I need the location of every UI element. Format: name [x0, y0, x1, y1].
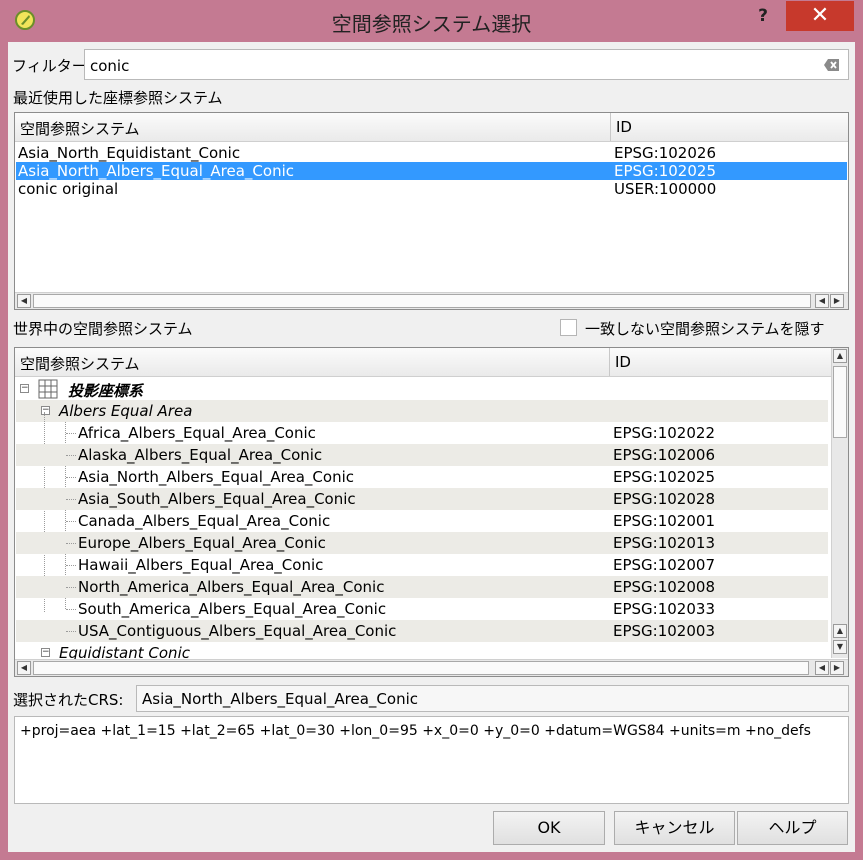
- tree-item-id: EPSG:102028: [613, 490, 715, 508]
- tree-item-id: EPSG:102008: [613, 578, 715, 596]
- close-button[interactable]: ✕: [786, 1, 854, 31]
- selected-crs-field: Asia_North_Albers_Equal_Area_Conic: [136, 685, 849, 712]
- scroll-left-icon[interactable]: ◀: [815, 661, 829, 675]
- proj-definition-box[interactable]: +proj=aea +lat_1=15 +lat_2=65 +lat_0=30 …: [14, 716, 849, 804]
- collapse-icon[interactable]: −: [20, 384, 29, 393]
- world-horizontal-scrollbar[interactable]: ◀ ◀ ▶: [15, 659, 848, 676]
- recent-header-id[interactable]: ID: [616, 118, 632, 136]
- recent-row[interactable]: conic original USER:100000: [16, 180, 847, 198]
- collapse-icon[interactable]: −: [41, 648, 50, 657]
- recent-crs-label: 最近使用した座標参照システム: [13, 89, 223, 107]
- tree-item-name: Africa_Albers_Equal_Area_Conic: [78, 424, 316, 442]
- scroll-right-icon[interactable]: ▶: [830, 661, 844, 675]
- tree-item-name: Europe_Albers_Equal_Area_Conic: [78, 534, 326, 552]
- world-vertical-scrollbar[interactable]: ▲ ▲ ▼: [831, 348, 848, 658]
- tree-item-id: EPSG:102006: [613, 446, 715, 464]
- tree-item[interactable]: Alaska_Albers_Equal_Area_Conic EPSG:10200…: [16, 444, 828, 466]
- filter-input-value: conic: [90, 57, 130, 75]
- selected-crs-label: 選択されたCRS:: [13, 691, 124, 709]
- recent-row-id: EPSG:102026: [614, 144, 716, 162]
- tree-item[interactable]: Canada_Albers_Equal_Area_Conic EPSG:10200…: [16, 510, 828, 532]
- grid-icon: [38, 379, 58, 399]
- title-bar[interactable]: 空間参照システム選択 ? ✕: [0, 0, 863, 42]
- recent-header-crs[interactable]: 空間参照システム: [20, 118, 140, 139]
- column-divider: [609, 348, 610, 376]
- scroll-thumb[interactable]: [33, 661, 809, 675]
- tree-item-name: North_America_Albers_Equal_Area_Conic: [78, 578, 385, 596]
- tree-item-id: EPSG:102033: [613, 600, 715, 618]
- tree-item-name: Asia_North_Albers_Equal_Area_Conic: [78, 468, 355, 486]
- tree-item[interactable]: South_America_Albers_Equal_Area_Conic EPS…: [16, 598, 828, 620]
- scroll-up-icon[interactable]: ▲: [833, 349, 847, 363]
- recent-row-name: conic original: [18, 180, 119, 198]
- recent-row-name: Asia_North_Equidistant_Conic: [18, 144, 241, 162]
- dialog-body: フィルター conic 最近使用した座標参照システム 空間参照システム ID A…: [8, 42, 855, 852]
- cancel-button[interactable]: キャンセル: [614, 811, 735, 845]
- tree-item[interactable]: Africa_Albers_Equal_Area_Conic EPSG:10202…: [16, 422, 828, 444]
- hide-deprecated-checkbox[interactable]: [560, 319, 577, 336]
- tree-item-name: USA_Contiguous_Albers_Equal_Area_Conic: [78, 622, 397, 640]
- scroll-down-icon[interactable]: ▼: [833, 640, 847, 654]
- collapse-icon[interactable]: −: [41, 406, 50, 415]
- world-header-crs[interactable]: 空間参照システム: [20, 353, 140, 374]
- tree-root-projected[interactable]: − 投影座標系: [16, 378, 828, 400]
- clear-filter-icon[interactable]: [824, 58, 840, 72]
- tree-item[interactable]: USA_Contiguous_Albers_Equal_Area_Conic EP…: [16, 620, 828, 642]
- tree-item-id: EPSG:102003: [613, 622, 715, 640]
- tree-group-albers[interactable]: − Albers Equal Area: [16, 400, 828, 422]
- tree-item-name: South_America_Albers_Equal_Area_Conic: [78, 600, 387, 618]
- world-crs-label: 世界中の空間参照システム: [13, 320, 193, 338]
- selected-crs-value: Asia_North_Albers_Equal_Area_Conic: [142, 690, 419, 708]
- scroll-left-icon[interactable]: ◀: [17, 294, 31, 308]
- scroll-up-icon[interactable]: ▲: [833, 624, 847, 638]
- tree-item-id: EPSG:102007: [613, 556, 715, 574]
- tree-item-id: EPSG:102013: [613, 534, 715, 552]
- tree-item-name: Alaska_Albers_Equal_Area_Conic: [78, 446, 323, 464]
- recent-row-id: EPSG:102025: [614, 162, 716, 180]
- scroll-right-icon[interactable]: ▶: [830, 294, 844, 308]
- tree-item[interactable]: Asia_South_Albers_Equal_Area_Conic EPSG:1…: [16, 488, 828, 510]
- tree-item[interactable]: Europe_Albers_Equal_Area_Conic EPSG:10201…: [16, 532, 828, 554]
- tree-root-label: 投影座標系: [68, 382, 144, 400]
- dialog-title: 空間参照システム選択: [331, 12, 532, 36]
- tree-item[interactable]: Hawaii_Albers_Equal_Area_Conic EPSG:10200…: [16, 554, 828, 576]
- recent-horizontal-scrollbar[interactable]: ◀ ◀ ▶: [15, 292, 848, 309]
- tree-item-name: Asia_South_Albers_Equal_Area_Conic: [78, 490, 356, 508]
- hide-deprecated-label[interactable]: 一致しない空間参照システムを隠す: [585, 318, 825, 339]
- recent-table-header: 空間参照システム ID: [15, 113, 848, 142]
- tree-item-id: EPSG:102025: [613, 468, 715, 486]
- tree-group-label: Albers Equal Area: [59, 402, 193, 420]
- crs-selector-dialog: 空間参照システム選択 ? ✕ フィルター conic 最近使用した座標参照システ…: [0, 0, 863, 860]
- filter-label: フィルター: [12, 57, 87, 75]
- column-divider: [610, 113, 611, 141]
- world-tree-header: 空間参照システム ID: [15, 348, 831, 377]
- tree-item-id: EPSG:102022: [613, 424, 715, 442]
- ok-button[interactable]: OK: [493, 811, 605, 845]
- tree-item-id: EPSG:102001: [613, 512, 715, 530]
- recent-row-name: Asia_North_Albers_Equal_Area_Conic: [18, 162, 295, 180]
- scroll-thumb[interactable]: [33, 294, 811, 308]
- scroll-left-icon[interactable]: ◀: [17, 661, 31, 675]
- scroll-left-icon[interactable]: ◀: [815, 294, 829, 308]
- recent-crs-table: 空間参照システム ID Asia_North_Equidistant_Conic…: [14, 112, 849, 310]
- recent-row-selected[interactable]: Asia_North_Albers_Equal_Area_Conic EPSG:…: [16, 162, 847, 180]
- world-header-id[interactable]: ID: [615, 353, 631, 371]
- tree-item-name: Hawaii_Albers_Equal_Area_Conic: [78, 556, 324, 574]
- help-button[interactable]: ヘルプ: [737, 811, 848, 845]
- tree-item[interactable]: North_America_Albers_Equal_Area_Conic EPS…: [16, 576, 828, 598]
- world-crs-tree: 空間参照システム ID − 投影座標系 − Albers Equal Area: [14, 347, 849, 677]
- tree-item-name: Canada_Albers_Equal_Area_Conic: [78, 512, 331, 530]
- recent-row-id: USER:100000: [614, 180, 717, 198]
- filter-input[interactable]: conic: [84, 49, 849, 80]
- tree-item[interactable]: Asia_North_Albers_Equal_Area_Conic EPSG:1…: [16, 466, 828, 488]
- proj-definition-text: +proj=aea +lat_1=15 +lat_2=65 +lat_0=30 …: [20, 723, 811, 739]
- scroll-thumb[interactable]: [833, 366, 847, 438]
- recent-row[interactable]: Asia_North_Equidistant_Conic EPSG:102026: [16, 144, 847, 162]
- context-help-button[interactable]: ?: [746, 4, 780, 28]
